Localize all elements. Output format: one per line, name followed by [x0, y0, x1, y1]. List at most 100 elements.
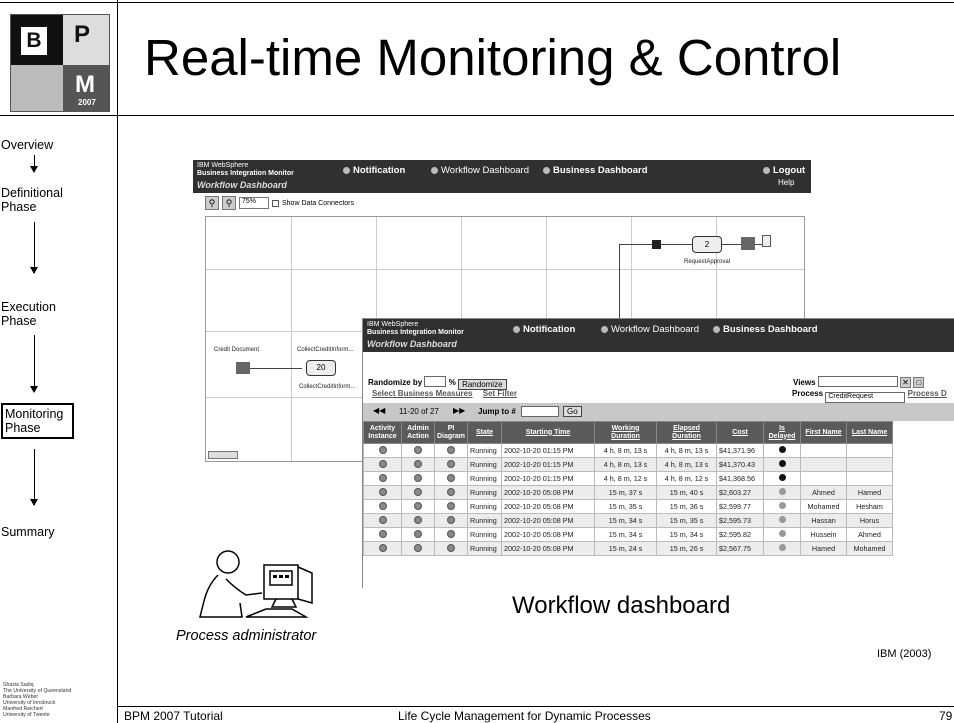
activity-instance-icon[interactable] [378, 501, 387, 510]
select-measures-link[interactable]: Select Business Measures [372, 389, 473, 398]
prev-page-icon[interactable]: ◀◀ [373, 406, 385, 415]
admin-action-icon[interactable] [414, 445, 422, 454]
request-approval-node[interactable]: 2 [692, 236, 722, 253]
admin-action-icon[interactable] [414, 501, 422, 510]
window-icon[interactable]: □ [913, 377, 925, 388]
table-row[interactable]: Running 2002-10-20 05:08 PM 15 m, 37 s 15 m… [363, 485, 894, 500]
table-row[interactable]: Running 2002-10-20 05:08 PM 15 m, 34 s 15 m… [363, 513, 894, 528]
activity-instance-icon[interactable] [378, 473, 387, 482]
pi-diagram-cell[interactable] [433, 541, 469, 556]
tab-notification[interactable]: Notification [343, 165, 405, 176]
pi-diagram-cell[interactable] [433, 527, 469, 542]
col-header[interactable]: Is Delayed [763, 421, 802, 444]
activity-instance-icon[interactable] [378, 529, 387, 538]
collect-credit-node[interactable]: 20 [306, 360, 336, 376]
page-number: 79 [939, 709, 953, 723]
logout-link[interactable]: Logout [763, 165, 805, 176]
admin-action-icon[interactable] [414, 515, 422, 524]
activity-instance-cell[interactable] [363, 541, 402, 556]
tab-business-dashboard[interactable]: Business Dashboard [543, 165, 648, 176]
pi-diagram-cell[interactable] [433, 457, 469, 472]
admin-action-icon[interactable] [414, 543, 422, 552]
close-icon[interactable]: ✕ [900, 377, 912, 388]
pi-diagram-cell[interactable] [433, 485, 469, 500]
pi-diagram-icon[interactable] [447, 445, 455, 454]
help-link[interactable]: Help [778, 178, 794, 187]
admin-action-cell[interactable] [401, 513, 435, 528]
tab-business-dashboard[interactable]: Business Dashboard [713, 324, 818, 335]
activity-instance-cell[interactable] [363, 443, 402, 458]
jump-input[interactable] [521, 406, 559, 417]
admin-action-cell[interactable] [401, 527, 435, 542]
pi-diagram-icon[interactable] [447, 515, 455, 524]
tab-workflow-dashboard[interactable]: Workflow Dashboard [601, 324, 699, 335]
activity-instance-cell[interactable] [363, 457, 402, 472]
admin-caption: Process administrator [176, 628, 317, 644]
pi-diagram-icon[interactable] [447, 459, 455, 468]
views-select[interactable] [817, 376, 898, 387]
zoom-out-icon[interactable]: ⚲ [205, 196, 219, 210]
sidebar-item-execution[interactable]: Execution Phase [1, 300, 71, 328]
tab-notification[interactable]: Notification [513, 324, 575, 335]
activity-instance-cell[interactable] [363, 513, 402, 528]
pi-diagram-icon[interactable] [447, 529, 455, 538]
admin-action-cell[interactable] [401, 471, 435, 486]
process-select[interactable]: CreditRequest [825, 392, 906, 403]
admin-action-cell[interactable] [401, 541, 435, 556]
pi-diagram-icon[interactable] [447, 501, 455, 510]
activity-instance-cell[interactable] [363, 527, 402, 542]
zoom-in-icon[interactable]: ⚲ [222, 196, 236, 210]
logo-letter-p: P [74, 21, 91, 48]
col-header[interactable]: Elapsed Duration [656, 421, 718, 444]
sidebar-item-summary[interactable]: Summary [1, 525, 54, 539]
sidebar-item-overview[interactable]: Overview [1, 138, 53, 152]
admin-action-cell[interactable] [401, 499, 435, 514]
admin-action-cell[interactable] [401, 457, 435, 472]
col-header[interactable]: Cost [716, 421, 765, 444]
header-divider [0, 115, 954, 116]
process-diagram-link[interactable]: Process D [908, 389, 947, 398]
go-button[interactable]: Go [563, 406, 582, 417]
table-row[interactable]: Running 2002-10-20 05:08 PM 15 m, 24 s 15 m… [363, 541, 894, 556]
activity-instance-icon[interactable] [378, 543, 387, 552]
col-header[interactable]: State [467, 421, 503, 444]
activity-instance-icon[interactable] [378, 445, 387, 454]
pi-diagram-icon[interactable] [447, 543, 455, 552]
activity-instance-icon[interactable] [378, 487, 387, 496]
sidebar-item-definitional[interactable]: Definitional Phase [1, 186, 81, 214]
activity-instance-cell[interactable] [363, 499, 402, 514]
pi-diagram-cell[interactable] [433, 499, 469, 514]
table-row[interactable]: Running 2002-10-20 05:08 PM 15 m, 35 s 15 m… [363, 499, 894, 514]
admin-action-cell[interactable] [401, 485, 435, 500]
col-header[interactable]: Starting Time [501, 421, 596, 444]
table-row[interactable]: Running 2002-10-20 01:15 PM 4 h, 8 m, 12 s… [363, 471, 894, 486]
next-page-icon[interactable]: ▶▶ [453, 406, 465, 415]
admin-action-cell[interactable] [401, 443, 435, 458]
admin-action-icon[interactable] [414, 473, 422, 482]
show-connectors-checkbox[interactable] [272, 199, 279, 207]
pi-diagram-cell[interactable] [433, 471, 469, 486]
col-header[interactable]: First Name [800, 421, 848, 444]
admin-action-icon[interactable] [414, 459, 422, 468]
scrollbar[interactable] [208, 451, 238, 459]
pi-diagram-cell[interactable] [433, 443, 469, 458]
table-row[interactable]: Running 2002-10-20 01:15 PM 4 h, 8 m, 13 s… [363, 457, 894, 472]
sidebar-item-monitoring[interactable]: Monitoring Phase [1, 403, 74, 439]
pi-diagram-icon[interactable] [447, 473, 455, 482]
pi-diagram-cell[interactable] [433, 513, 469, 528]
admin-action-icon[interactable] [414, 487, 422, 496]
table-row[interactable]: Running 2002-10-20 05:08 PM 15 m, 34 s 15 m… [363, 527, 894, 542]
zoom-select[interactable]: 75% [239, 197, 269, 209]
activity-instance-cell[interactable] [363, 471, 402, 486]
col-header[interactable]: Working Duration [594, 421, 658, 444]
activity-instance-cell[interactable] [363, 485, 402, 500]
admin-action-icon[interactable] [414, 529, 422, 538]
activity-instance-icon[interactable] [378, 459, 387, 468]
set-filter-link[interactable]: Set Filter [483, 389, 517, 398]
table-row[interactable]: Running 2002-10-20 01:15 PM 4 h, 8 m, 13 s… [363, 443, 894, 458]
randomize-input[interactable] [424, 376, 447, 387]
pi-diagram-icon[interactable] [447, 487, 455, 496]
activity-instance-icon[interactable] [378, 515, 387, 524]
tab-workflow-dashboard[interactable]: Workflow Dashboard [431, 165, 529, 176]
col-header[interactable]: Last Name [846, 421, 894, 444]
